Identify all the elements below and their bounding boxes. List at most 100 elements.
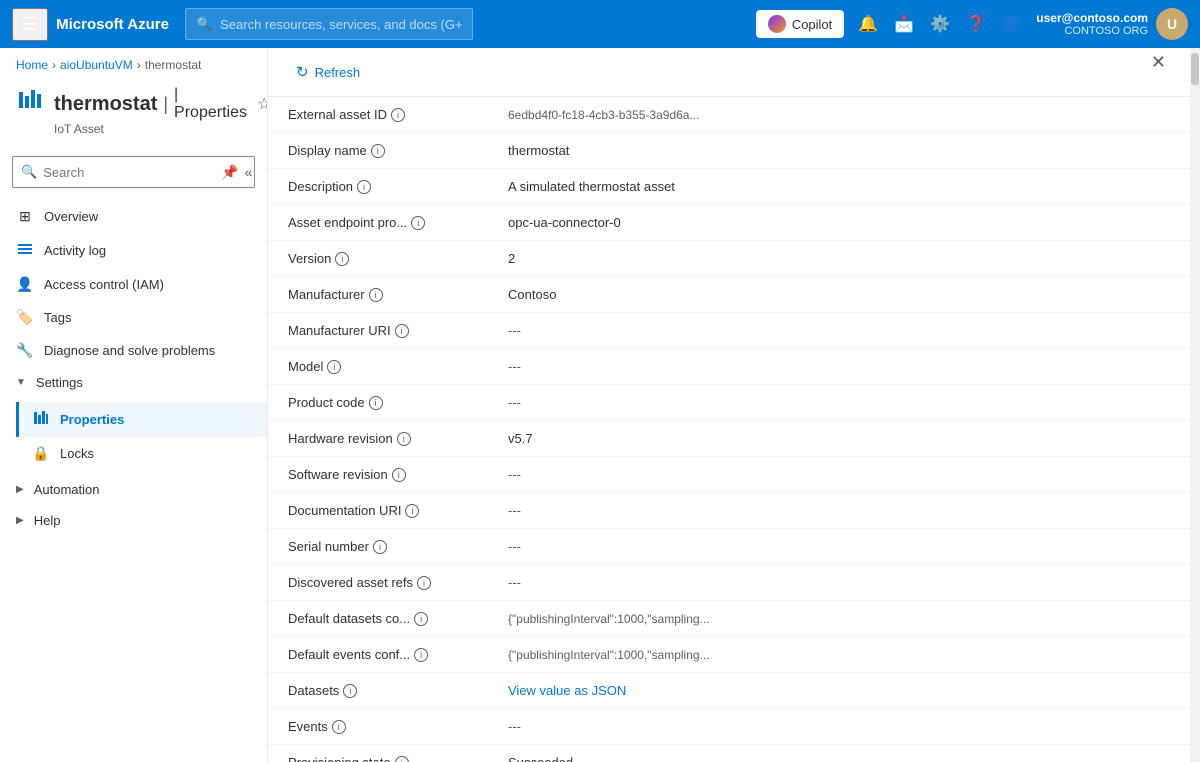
prop-value: --- [508, 719, 1170, 734]
table-row: Provisioning stateiSucceeded [268, 745, 1190, 762]
info-icon[interactable]: i [343, 684, 357, 698]
info-icon[interactable]: i [405, 504, 419, 518]
info-icon[interactable]: i [357, 180, 371, 194]
sidebar-search-input[interactable] [43, 165, 219, 180]
sidebar-search-box[interactable]: 🔍 📌 « [12, 156, 255, 188]
topnav-icon-group: 🔔 📩 ⚙️ ❓ 👤 [852, 8, 1028, 40]
breadcrumb-vm[interactable]: aioUbuntuVM [60, 58, 133, 72]
feedback-icon[interactable]: 📩 [888, 8, 920, 40]
properties-table: External asset ID i 6edbd4f0-fc18-4cb3-b… [268, 97, 1190, 762]
info-icon[interactable]: i [371, 144, 385, 158]
sidebar-item-label: Diagnose and solve problems [44, 343, 251, 358]
info-icon[interactable]: i [397, 432, 411, 446]
hamburger-menu[interactable]: ☰ [12, 8, 48, 41]
info-icon[interactable]: i [395, 756, 409, 762]
table-row: Asset endpoint pro...iopc-ua-connector-0 [268, 205, 1190, 241]
avatar[interactable]: U [1156, 8, 1188, 40]
info-icon[interactable]: i [414, 612, 428, 626]
resource-name: thermostat [54, 93, 157, 116]
settings-subnav: Properties 🔒 Locks [0, 398, 267, 474]
help-icon[interactable]: ❓ [960, 8, 992, 40]
resource-icon [16, 86, 44, 114]
automation-section-header[interactable]: ▶ Automation [0, 474, 267, 505]
settings-icon[interactable]: ⚙️ [924, 8, 956, 40]
prop-value: 2 [508, 251, 1170, 266]
refresh-label: Refresh [315, 65, 361, 80]
pin-button[interactable]: 📌 [219, 162, 240, 183]
table-row: DescriptioniA simulated thermostat asset [268, 169, 1190, 205]
prop-value: --- [508, 539, 1170, 554]
info-icon[interactable]: i [411, 216, 425, 230]
sidebar-item-overview[interactable]: ⊞ Overview [0, 200, 267, 233]
user-name: user@contoso.com [1036, 11, 1148, 25]
prop-value: --- [508, 323, 1170, 338]
main-layout: Home › aioUbuntuVM › thermostat thermost… [0, 48, 1200, 762]
user-org: CONTOSO ORG [1036, 25, 1148, 37]
main-content: ↻ Refresh ✕ External asset ID i 6edbd4f0… [268, 48, 1190, 762]
scrollbar-track[interactable] [1190, 48, 1200, 762]
azure-logo: Microsoft Azure [56, 16, 169, 33]
info-icon[interactable]: i [369, 288, 383, 302]
sidebar-item-properties[interactable]: Properties [16, 402, 267, 437]
info-icon[interactable]: i [335, 252, 349, 266]
info-icon[interactable]: i [414, 648, 428, 662]
table-row: Modeli--- [268, 349, 1190, 385]
help-chevron: ▶ [16, 515, 24, 526]
sidebar-item-access-control[interactable]: 👤 Access control (IAM) [0, 268, 267, 301]
help-section-header[interactable]: ▶ Help [0, 505, 267, 536]
info-icon[interactable]: i [373, 540, 387, 554]
main-wrapper: ↻ Refresh ✕ External asset ID i 6edbd4f0… [268, 48, 1200, 762]
breadcrumb: Home › aioUbuntuVM › thermostat [0, 48, 267, 78]
prop-value: --- [508, 395, 1170, 410]
settings-section-header[interactable]: ▼ Settings [0, 367, 267, 398]
prop-value: opc-ua-connector-0 [508, 215, 1170, 230]
breadcrumb-home[interactable]: Home [16, 58, 48, 72]
copilot-button[interactable]: Copilot [756, 10, 844, 38]
resource-section: | Properties [174, 86, 247, 122]
global-search-box[interactable]: 🔍 [185, 8, 473, 40]
info-icon[interactable]: i [392, 468, 406, 482]
global-search-input[interactable] [220, 17, 462, 32]
topnav: ☰ Microsoft Azure 🔍 Copilot 🔔 📩 ⚙️ ❓ 👤 u… [0, 0, 1200, 48]
info-icon[interactable]: i [417, 576, 431, 590]
preview-icon[interactable]: 👤 [996, 8, 1028, 40]
collapse-button[interactable]: « [243, 162, 255, 183]
copilot-icon [768, 15, 786, 33]
info-icon[interactable]: i [369, 396, 383, 410]
info-icon[interactable]: i [332, 720, 346, 734]
info-icon[interactable]: i [391, 108, 405, 122]
table-row: Manufacturer URIi--- [268, 313, 1190, 349]
breadcrumb-current: thermostat [145, 58, 202, 72]
properties-icon [32, 410, 50, 429]
resource-type: IoT Asset [54, 122, 268, 136]
sidebar-item-label: Overview [44, 209, 251, 224]
prop-value: thermostat [508, 143, 1170, 158]
favorite-button[interactable]: ☆ [253, 92, 268, 116]
prop-rows-container: Display nameithermostatDescriptioniA sim… [268, 133, 1190, 762]
toolbar: ↻ Refresh ✕ [268, 48, 1190, 97]
search-icon: 🔍 [196, 16, 212, 32]
sidebar-item-locks[interactable]: 🔒 Locks [16, 437, 267, 470]
prop-value: {"publishingInterval":1000,"sampling... [508, 648, 1170, 662]
locks-icon: 🔒 [32, 445, 50, 462]
nav-list: ⊞ Overview Activity log 👤 Access control… [0, 196, 267, 540]
user-profile[interactable]: user@contoso.com CONTOSO ORG U [1036, 8, 1188, 40]
prop-value[interactable]: View value as JSON [508, 683, 1170, 698]
table-row: Serial numberi--- [268, 529, 1190, 565]
close-button[interactable]: ✕ [1143, 48, 1174, 77]
notifications-icon[interactable]: 🔔 [852, 8, 884, 40]
diagnose-icon: 🔧 [16, 342, 34, 359]
sidebar-item-tags[interactable]: 🏷️ Tags [0, 301, 267, 334]
settings-label: Settings [36, 375, 83, 390]
info-icon[interactable]: i [395, 324, 409, 338]
sidebar-item-activity-log[interactable]: Activity log [0, 233, 267, 268]
sidebar-item-diagnose[interactable]: 🔧 Diagnose and solve problems [0, 334, 267, 367]
help-label: Help [34, 513, 61, 528]
info-icon[interactable]: i [327, 360, 341, 374]
refresh-button[interactable]: ↻ Refresh [288, 58, 368, 86]
prop-row-truncated: External asset ID i 6edbd4f0-fc18-4cb3-b… [268, 97, 1190, 133]
table-row: Discovered asset refsi--- [268, 565, 1190, 601]
table-row: ManufactureriContoso [268, 277, 1190, 313]
scrollbar-thumb[interactable] [1191, 53, 1199, 85]
sidebar: Home › aioUbuntuVM › thermostat thermost… [0, 48, 268, 762]
